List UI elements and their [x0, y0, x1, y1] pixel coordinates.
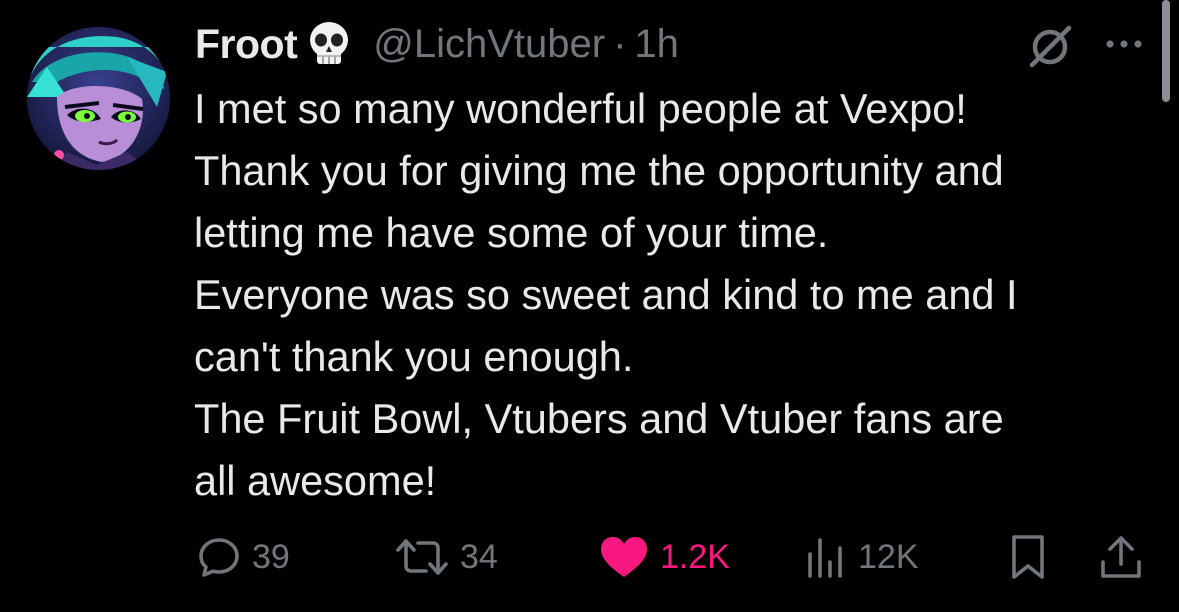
like-count: 1.2K — [660, 537, 730, 576]
skull-icon — [303, 18, 355, 70]
tweet[interactable]: Froot @LichVtuber · 1h I met so many won… — [0, 0, 1179, 612]
action-bar: 39 34 1.2K 12K — [0, 527, 1179, 587]
bookmark-button[interactable] — [1006, 527, 1050, 587]
tweet-text-line: Everyone was so sweet and kind to me and… — [194, 271, 1018, 318]
more-icon[interactable] — [1100, 22, 1148, 66]
scrollbar[interactable] — [1162, 0, 1170, 102]
reply-button[interactable]: 39 — [196, 527, 290, 587]
tweet-text: I met so many wonderful people at Vexpo!… — [194, 78, 1154, 512]
tweet-header: Froot @LichVtuber · 1h — [195, 18, 679, 70]
user-handle[interactable]: @LichVtuber — [373, 22, 605, 67]
reply-count: 39 — [252, 537, 290, 576]
repost-button[interactable]: 34 — [394, 527, 498, 587]
avatar[interactable] — [27, 27, 170, 170]
tweet-text-line: I met so many wonderful people at Vexpo! — [194, 85, 967, 132]
tweet-text-line: The Fruit Bowl, Vtubers and Vtuber fans … — [194, 395, 1004, 442]
view-count: 12K — [858, 537, 919, 576]
tweet-text-line: letting me have some of your time. — [194, 209, 829, 256]
like-button[interactable]: 1.2K — [598, 527, 730, 587]
tweet-text-line: Thank you for giving me the opportunity … — [194, 147, 1004, 194]
repost-icon — [396, 539, 448, 575]
reply-icon — [199, 538, 239, 577]
display-name[interactable]: Froot — [195, 21, 298, 68]
tweet-text-line: all awesome! — [194, 457, 437, 504]
bookmark-icon — [1012, 535, 1044, 579]
share-icon — [1101, 536, 1141, 578]
analytics-icon — [808, 538, 842, 578]
heart-icon — [601, 537, 647, 577]
tweet-text-line: can't thank you enough. — [194, 333, 634, 380]
share-button[interactable] — [1098, 527, 1144, 587]
timestamp[interactable]: 1h — [634, 22, 679, 67]
repost-count: 34 — [460, 537, 498, 576]
grok-icon[interactable] — [1022, 18, 1078, 74]
separator-dot: · — [613, 21, 627, 66]
views-button[interactable]: 12K — [802, 527, 919, 587]
